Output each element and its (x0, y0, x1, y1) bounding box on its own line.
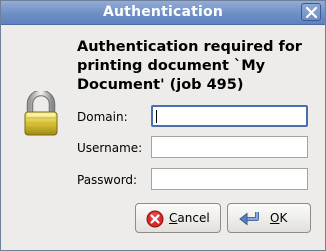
padlock-icon (23, 89, 59, 141)
password-input[interactable] (151, 168, 308, 190)
cancel-icon (146, 210, 164, 231)
domain-label: Domain: (77, 110, 128, 124)
close-icon (306, 7, 317, 18)
text-caret (156, 110, 157, 123)
close-button[interactable] (301, 3, 321, 21)
ok-icon (238, 210, 260, 231)
window-title: Authentication (102, 4, 224, 20)
cancel-button-label: Cancel (169, 211, 210, 225)
username-label: Username: (77, 141, 143, 155)
cancel-button[interactable]: Cancel (135, 203, 221, 233)
auth-dialog-window: Authentication Authentication required f… (0, 0, 326, 251)
title-bar[interactable]: Authentication (1, 1, 325, 25)
ok-button-label: OK (270, 211, 288, 225)
ok-button[interactable]: OK (227, 203, 311, 233)
dialog-heading: Authentication required for printing doc… (77, 39, 302, 93)
domain-input[interactable] (151, 105, 308, 127)
password-label: Password: (77, 173, 138, 187)
username-input[interactable] (151, 136, 308, 158)
